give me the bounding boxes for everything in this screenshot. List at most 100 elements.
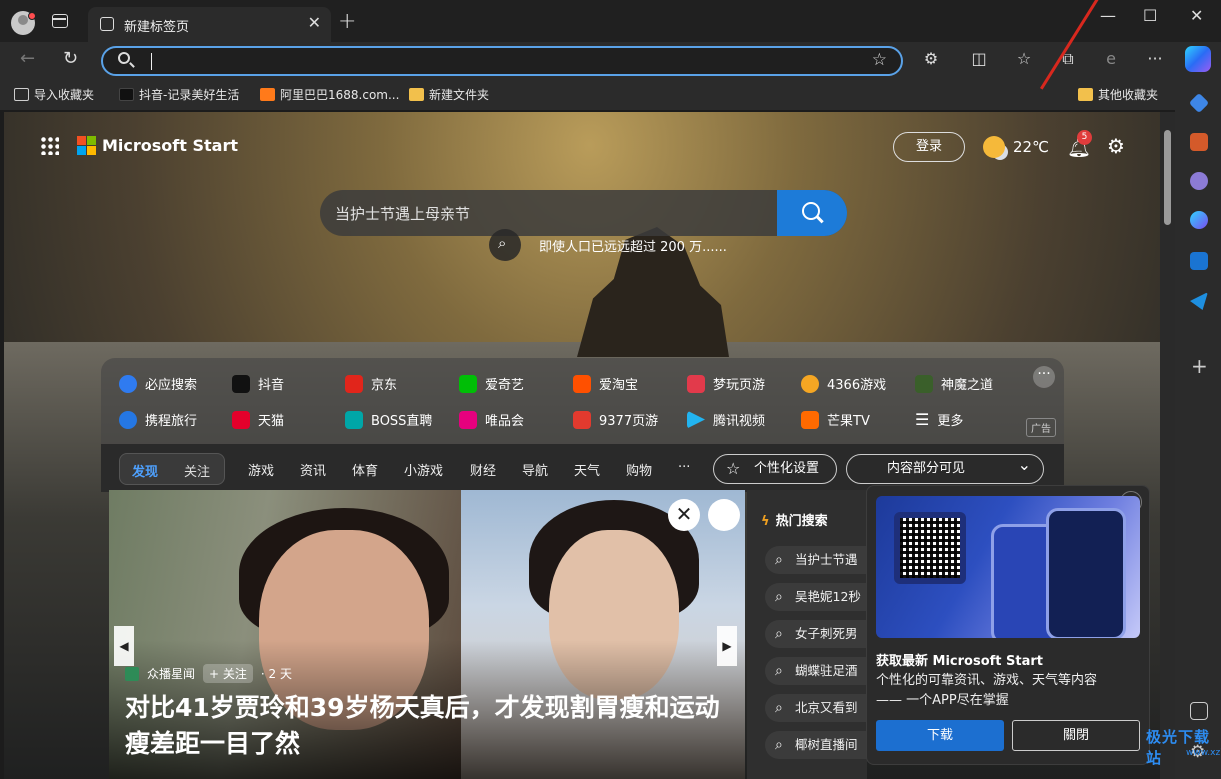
- quicklink-tencent-video[interactable]: 腾讯视频: [687, 410, 765, 429]
- quicklink-label: 天猫: [258, 414, 285, 429]
- ie-mode-icon[interactable]: e: [1102, 50, 1120, 68]
- quicklink-douyin[interactable]: 抖音: [232, 374, 284, 393]
- quicklink-label: 京东: [371, 378, 398, 393]
- category-finance[interactable]: 财经: [470, 460, 496, 479]
- trending-text: 即使人口已远远超过 200 万......: [539, 239, 727, 255]
- login-button[interactable]: 登录: [893, 132, 965, 162]
- category-navigation[interactable]: 导航: [522, 460, 548, 479]
- chevron-left-icon[interactable]: ◀: [114, 626, 134, 666]
- bookmark-label: 阿里巴巴1688.com...: [280, 88, 400, 102]
- iqiyi-icon: [459, 374, 477, 393]
- refresh-icon[interactable]: ↻: [63, 48, 78, 69]
- quicklink-mengwan[interactable]: 梦玩页游: [687, 374, 765, 393]
- quicklink-tmall[interactable]: 天猫: [232, 410, 284, 429]
- microsoft-logo-icon: [77, 136, 96, 155]
- search-button[interactable]: [777, 190, 847, 236]
- quicklink-label: 爱奇艺: [485, 378, 525, 393]
- feed-segment: 发现 关注: [119, 453, 225, 485]
- quicklink-vip[interactable]: 唯品会: [459, 410, 524, 429]
- ad-badge: 广告: [1026, 418, 1056, 437]
- close-window-button[interactable]: ✕: [1190, 6, 1203, 25]
- bookmarks-bar: 导入收藏夹 抖音-记录美好生活 阿里巴巴1688.com... 新建文件夹 其他…: [0, 78, 1175, 110]
- new-tab-button[interactable]: +: [338, 9, 356, 34]
- outlook-icon[interactable]: [1190, 252, 1208, 270]
- toolbox-icon[interactable]: [1190, 133, 1208, 151]
- bookmark-new-folder[interactable]: 新建文件夹: [409, 86, 489, 103]
- app-promo-popup: ✕ 获取最新 Microsoft Start 个性化的可靠资讯、游戏、天气等内容…: [866, 485, 1150, 765]
- tab-discover[interactable]: 发现: [132, 461, 158, 480]
- quicklink-9377[interactable]: 9377页游: [573, 410, 658, 429]
- tag-icon[interactable]: [1188, 92, 1210, 114]
- quicklink-shenmo[interactable]: 神魔之道: [915, 374, 993, 393]
- category-minigames[interactable]: 小游戏: [404, 460, 443, 479]
- quicklink-more[interactable]: ☰ 更多: [915, 410, 963, 429]
- publisher-name[interactable]: 众播星闻: [147, 665, 195, 682]
- arrow-left-icon[interactable]: ←: [20, 48, 35, 69]
- weather-widget[interactable]: 22℃: [983, 136, 1049, 158]
- favorites-icon[interactable]: ☆: [1015, 50, 1033, 68]
- category-weather[interactable]: 天气: [574, 460, 600, 479]
- quicklink-ctrip[interactable]: 携程旅行: [119, 410, 197, 429]
- hero-headline[interactable]: 对比41岁贾玲和39岁杨天真后，才发现割胃瘦和运动瘦差距一目了然: [125, 690, 735, 762]
- extensions-icon[interactable]: ⚙: [922, 50, 940, 68]
- follow-button[interactable]: + 关注: [203, 664, 253, 683]
- download-button[interactable]: 下载: [876, 720, 1004, 751]
- copilot-icon[interactable]: [1190, 211, 1208, 229]
- bookmark-import[interactable]: 导入收藏夹: [14, 86, 94, 103]
- hero-news-card[interactable]: ✕ ◀ ▶ 众播星闻 + 关注 · 2 天 对比41岁贾玲和39岁杨天真后，才发…: [109, 490, 745, 779]
- minimize-button[interactable]: —: [1100, 6, 1116, 25]
- search-query[interactable]: 当护士节遇上母亲节: [335, 203, 470, 224]
- quicklinks-more-button[interactable]: ···: [1033, 366, 1055, 388]
- gear-icon[interactable]: ⚙: [1107, 134, 1125, 158]
- category-news[interactable]: 资讯: [300, 460, 326, 479]
- quicklink-label: 必应搜索: [145, 378, 198, 393]
- category-more[interactable]: ···: [678, 460, 690, 475]
- address-bar[interactable]: ☆: [101, 46, 903, 76]
- screenshot-icon[interactable]: [1190, 702, 1208, 720]
- quicklink-iqiyi[interactable]: 爱奇艺: [459, 374, 524, 393]
- trending-hint[interactable]: 即使人口已远远超过 200 万......: [489, 229, 727, 261]
- search-icon: [489, 229, 521, 261]
- app-launcher-icon[interactable]: [40, 136, 59, 155]
- hero-option-button[interactable]: [708, 499, 740, 531]
- quicklink-label: BOSS直聘: [371, 414, 433, 429]
- category-games[interactable]: 游戏: [248, 460, 274, 479]
- bookmark-other-folder[interactable]: 其他收藏夹: [1078, 86, 1158, 103]
- quicklink-jd[interactable]: 京东: [345, 374, 397, 393]
- quicklink-4366[interactable]: 4366游戏: [801, 374, 886, 393]
- category-shopping[interactable]: 购物: [626, 460, 652, 479]
- quicklink-bing[interactable]: 必应搜索: [119, 374, 197, 393]
- tab-close-icon[interactable]: ✕: [308, 13, 321, 32]
- promo-description: 个性化的可靠资讯、游戏、天气等内容 —— 一个APP尽在掌握: [876, 673, 1098, 708]
- content-visibility-dropdown[interactable]: 内容部分可见: [846, 451, 1044, 484]
- send-icon[interactable]: [1190, 292, 1208, 310]
- more-icon[interactable]: ···: [1146, 50, 1164, 68]
- scrollbar-thumb[interactable]: [1164, 130, 1171, 225]
- category-sports[interactable]: 体育: [352, 460, 378, 479]
- tab-follow[interactable]: 关注: [184, 461, 210, 480]
- maximize-button[interactable]: ☐: [1143, 6, 1157, 25]
- personalize-button[interactable]: 个性化设置: [713, 454, 837, 484]
- star-icon[interactable]: ☆: [872, 50, 887, 70]
- quicklink-aitaobao[interactable]: 爱淘宝: [573, 374, 638, 393]
- ctrip-icon: [119, 410, 137, 429]
- close-icon[interactable]: ✕: [668, 499, 700, 531]
- bookmark-label: 导入收藏夹: [34, 88, 95, 102]
- bookmark-douyin[interactable]: 抖音-记录美好生活: [119, 86, 239, 103]
- tab-actions-icon[interactable]: [52, 14, 68, 28]
- games-icon[interactable]: [1190, 172, 1208, 190]
- dismiss-button[interactable]: 關閉: [1012, 720, 1140, 751]
- quicklink-mango[interactable]: 芒果TV: [801, 410, 870, 429]
- quicklink-boss[interactable]: BOSS直聘: [345, 410, 432, 429]
- brand-title[interactable]: Microsoft Start: [102, 136, 238, 155]
- watermark-url: www.xz7.com: [1186, 748, 1221, 758]
- page-scrollbar[interactable]: [1160, 112, 1175, 779]
- tab-title: 新建标签页: [124, 20, 190, 35]
- chevron-right-icon[interactable]: ▶: [717, 626, 737, 666]
- bookmark-1688[interactable]: 阿里巴巴1688.com...: [260, 86, 399, 103]
- quicklink-label: 携程旅行: [145, 414, 198, 429]
- copilot-icon[interactable]: [1185, 46, 1211, 72]
- add-icon[interactable]: +: [1191, 354, 1208, 378]
- tab-new-tab[interactable]: 新建标签页 ✕: [88, 7, 331, 42]
- split-screen-icon[interactable]: ◫: [970, 50, 988, 68]
